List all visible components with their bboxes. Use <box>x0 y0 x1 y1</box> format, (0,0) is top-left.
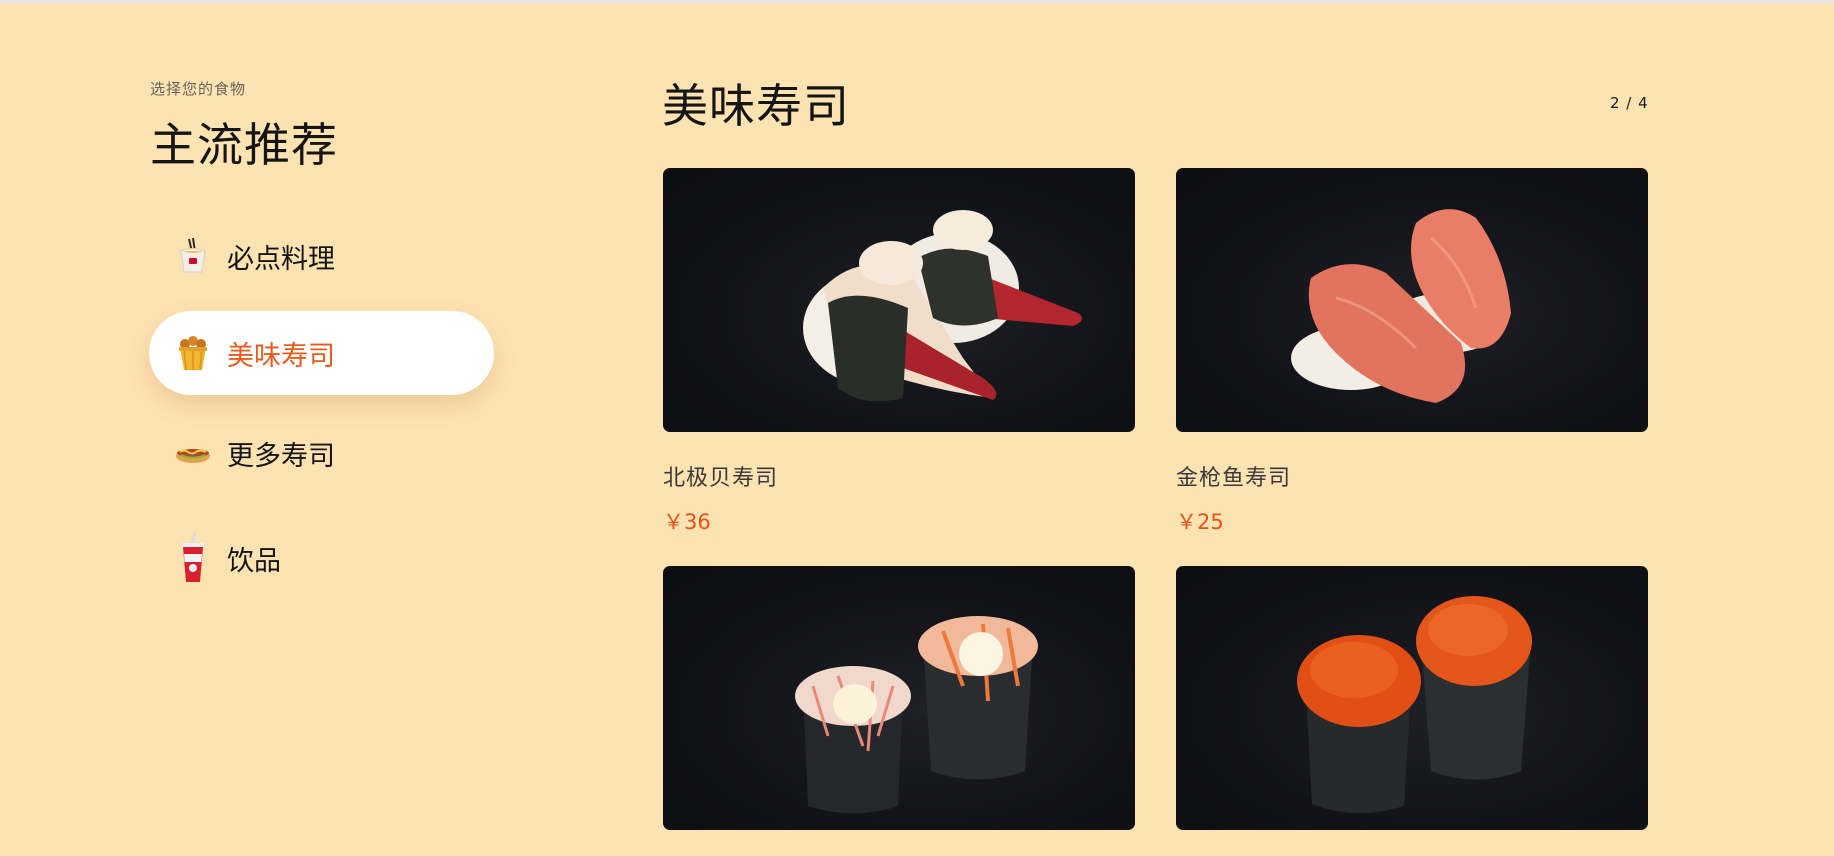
sidebar-title: 主流推荐 <box>150 118 338 172</box>
nav-item-drinks[interactable]: 饮品 <box>149 516 494 600</box>
section-title: 美味寿司 <box>662 79 850 133</box>
nav-item-more-sushi[interactable]: 更多寿司 <box>149 411 494 495</box>
category-sidebar: 选择您的食物 主流推荐 必点料理 美味寿司 更多寿司 饮品 <box>149 78 509 582</box>
product-card[interactable]: 北极贝寿司 ￥36 <box>663 168 1135 536</box>
hot-dog-icon <box>173 433 213 473</box>
fried-chicken-bucket-icon <box>173 333 213 373</box>
product-card[interactable]: 金枪鱼寿司 ￥25 <box>1176 168 1648 536</box>
tuna-sushi-photo <box>1176 168 1648 432</box>
nav-item-label: 必点料理 <box>227 243 335 275</box>
surf-clam-sushi-photo <box>663 168 1135 432</box>
nav-item-label: 更多寿司 <box>227 440 335 472</box>
product-price: ￥25 <box>1176 510 1224 534</box>
product-card[interactable] <box>663 566 1135 856</box>
soda-cup-icon <box>173 532 213 582</box>
flying-fish-roe-sushi-photo <box>1176 566 1648 830</box>
crab-gunkan-sushi-photo <box>663 566 1135 830</box>
product-card[interactable] <box>1176 566 1648 856</box>
nav-item-label: 饮品 <box>227 545 281 577</box>
product-price: ￥36 <box>663 510 711 534</box>
page-indicator: 2 / 4 <box>1610 94 1649 112</box>
nav-item-label: 美味寿司 <box>227 340 335 372</box>
top-divider <box>0 0 1834 3</box>
sidebar-eyebrow: 选择您的食物 <box>150 80 247 98</box>
product-name: 北极贝寿司 <box>663 466 779 491</box>
nav-item-tasty-sushi[interactable]: 美味寿司 <box>149 311 494 395</box>
nav-item-must-order[interactable]: 必点料理 <box>149 214 494 298</box>
noodle-box-icon <box>173 236 213 276</box>
product-name: 金枪鱼寿司 <box>1176 466 1292 491</box>
